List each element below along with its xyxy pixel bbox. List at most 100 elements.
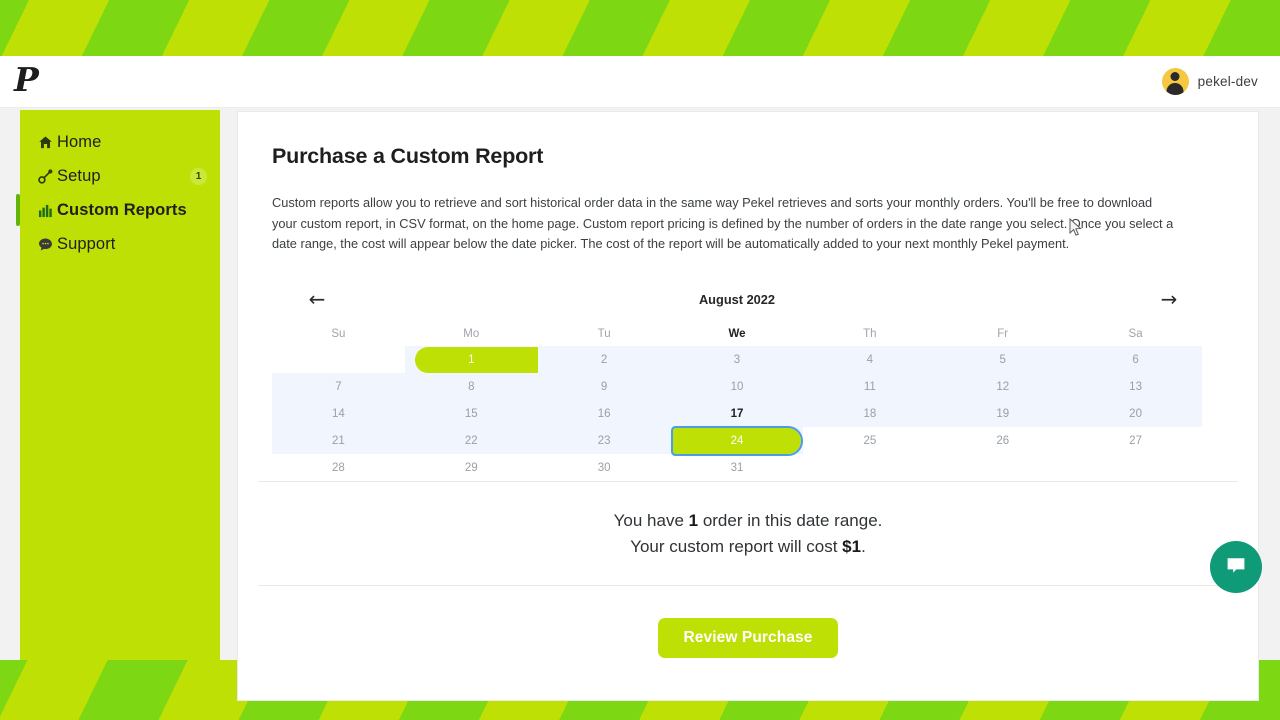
calendar-day-16[interactable]: 16	[537, 400, 671, 428]
sidebar-item-label: Home	[57, 133, 102, 151]
chat-icon	[37, 237, 53, 253]
summary-cost-value: $1	[842, 536, 862, 556]
date-range-picker: ← August 2022 → Su Mo Tu We Th Fr Sa 123456789…	[272, 284, 1202, 481]
calendar-day-number: 31	[730, 461, 744, 474]
calendar-day-23[interactable]: 23	[537, 427, 671, 455]
sidebar: Home Setup 1 Custom Reports Support	[16, 110, 220, 660]
calendar-week-row: 14 15 16 17 18 19 20	[272, 400, 1202, 428]
sidebar-badge-setup: 1	[190, 168, 207, 185]
calendar-day-8[interactable]: 8	[404, 373, 538, 401]
sidebar-item-label: Setup	[57, 167, 101, 185]
calendar-month-label: August 2022	[698, 291, 776, 307]
chat-bubble-icon	[1224, 554, 1248, 581]
calendar-day-number: 29	[464, 461, 478, 474]
calendar-day-27[interactable]: 27	[1069, 427, 1202, 454]
calendar-day-empty	[1069, 454, 1202, 481]
calendar-day-11[interactable]: 11	[803, 373, 937, 401]
summary-cost-post: .	[861, 536, 866, 556]
summary-order-count: 1	[688, 511, 699, 531]
page-title: Purchase a Custom Report	[272, 144, 544, 168]
calendar-day-number: 25	[863, 434, 877, 447]
calendar-weekday-row: Su Mo Tu We Th Fr Sa	[272, 328, 1202, 340]
sidebar-item-custom-reports[interactable]: Custom Reports	[16, 194, 220, 226]
calendar-day-5[interactable]: 5	[936, 346, 1070, 374]
calendar-day-31[interactable]: 31	[671, 454, 804, 481]
sidebar-item-home[interactable]: Home	[20, 128, 220, 157]
chat-widget-button[interactable]	[1210, 541, 1262, 593]
summary-line-orders: You have 1 order in this date range.	[258, 508, 1238, 534]
calendar-day-18[interactable]: 18	[803, 400, 937, 428]
calendar-weekday-fr: Fr	[997, 328, 1009, 341]
main-card: Purchase a Custom Report Custom reports …	[238, 112, 1258, 700]
home-icon	[37, 135, 53, 151]
calendar-day-15[interactable]: 15	[404, 400, 538, 428]
calendar-day-number: 1	[468, 353, 475, 366]
calendar-day-29[interactable]: 29	[405, 454, 538, 481]
calendar-day-21[interactable]: 21	[272, 427, 405, 455]
calendar-day-19[interactable]: 19	[936, 400, 1070, 428]
sidebar-item-setup[interactable]: Setup 1	[20, 162, 220, 191]
calendar-day-30[interactable]: 30	[538, 454, 671, 481]
calendar-weeks: 1 2 3 4 5 6 7 8 9 10 11 12 13 14 15 16 17 18 19 20 21 22 23 24 2…	[272, 346, 1202, 481]
calendar-day-number: 21	[332, 434, 345, 447]
calendar-day-12[interactable]: 12	[936, 373, 1070, 401]
calendar-day-24[interactable]: 24	[670, 425, 804, 456]
calendar-day-number: 15	[464, 407, 478, 420]
calendar-week-row: 7 8 9 10 11 12 13	[272, 373, 1202, 401]
calendar-day-2[interactable]: 2	[537, 346, 671, 374]
user-menu[interactable]: pekel-dev	[1161, 68, 1258, 95]
calendar-day-number: 20	[1129, 407, 1142, 420]
calendar-day-20[interactable]: 20	[1069, 400, 1202, 428]
summary-orders-post: order in this date range.	[698, 511, 883, 531]
calendar-day-13[interactable]: 13	[1069, 373, 1202, 401]
calendar-day-7[interactable]: 7	[272, 373, 405, 401]
cost-summary: You have 1 order in this date range. You…	[258, 482, 1238, 585]
user-name-label: pekel-dev	[1197, 74, 1258, 89]
calendar-day-number: 4	[866, 353, 874, 366]
sidebar-item-label: Custom Reports	[57, 201, 187, 219]
calendar-day-1[interactable]: 1	[404, 346, 538, 374]
calendar-day-number: 14	[332, 407, 345, 420]
calendar-day-6[interactable]: 6	[1069, 346, 1202, 374]
calendar-week-row: 1 2 3 4 5 6	[272, 346, 1202, 374]
calendar-day-empty	[272, 346, 405, 373]
calendar-day-number: 13	[1129, 380, 1142, 393]
chart-icon	[37, 203, 53, 219]
summary-orders-pre: You have	[613, 511, 689, 531]
calendar-day-number: 5	[999, 353, 1006, 366]
calendar-day-number: 12	[996, 380, 1010, 393]
calendar-day-22[interactable]: 22	[404, 427, 538, 455]
review-purchase-button[interactable]: Review Purchase	[658, 617, 838, 658]
calendar-day-17[interactable]: 17	[670, 400, 804, 428]
avatar	[1161, 68, 1189, 95]
calendar-day-9[interactable]: 9	[537, 373, 671, 401]
selection-pill	[414, 346, 538, 373]
calendar-day-number: 19	[996, 407, 1010, 420]
calendar-day-number: 17	[730, 407, 744, 420]
calendar-day-14[interactable]: 14	[272, 400, 405, 428]
calendar-day-number: 2	[600, 353, 608, 366]
calendar-day-number: 27	[1129, 434, 1142, 447]
calendar-day-number: 8	[468, 380, 475, 393]
calendar-day-28[interactable]: 28	[272, 454, 405, 481]
sidebar-item-support[interactable]: Support	[20, 230, 220, 259]
calendar-day-number: 10	[730, 380, 744, 393]
calendar-weekday-su: Su	[331, 328, 346, 341]
cta-container: Review Purchase	[258, 586, 1238, 658]
page-description: Custom reports allow you to retrieve and…	[272, 195, 1174, 252]
summary-cost-pre: Your custom report will cost	[630, 536, 843, 556]
calendar-day-3[interactable]: 3	[670, 346, 804, 374]
calendar-day-26[interactable]: 26	[936, 427, 1069, 454]
calendar-day-10[interactable]: 10	[670, 373, 804, 401]
calendar-weekday-we: We	[728, 328, 746, 341]
calendar-weekday-mo: Mo	[463, 328, 480, 341]
calendar-day-25[interactable]: 25	[803, 427, 936, 454]
wrench-icon	[37, 169, 53, 185]
brand-logo[interactable]: P	[14, 63, 39, 96]
calendar-day-number: 7	[335, 380, 342, 393]
sidebar-item-label: Support	[57, 235, 116, 253]
prev-month-arrow-icon[interactable]: ←	[304, 286, 330, 312]
next-month-arrow-icon[interactable]: →	[1156, 286, 1182, 312]
calendar-day-empty	[936, 454, 1069, 481]
calendar-day-4[interactable]: 4	[803, 346, 937, 374]
